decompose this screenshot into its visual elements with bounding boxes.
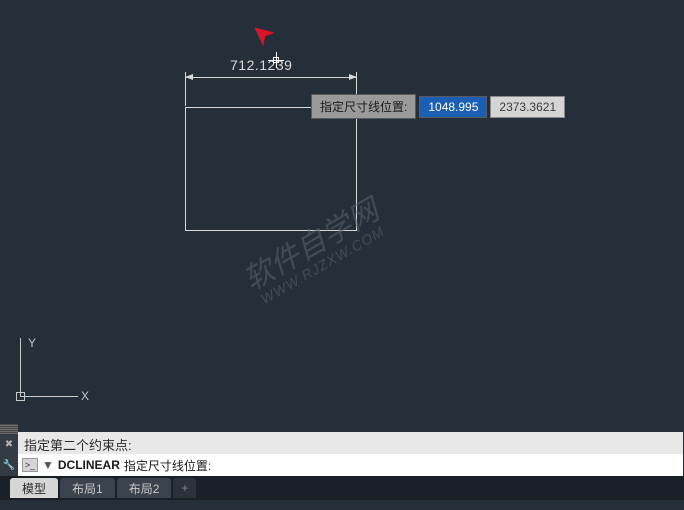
command-dropdown-icon[interactable]: ▼ (42, 458, 54, 472)
command-prompt-text: 指定尺寸线位置: (124, 457, 211, 474)
command-panel-drag-handle[interactable] (0, 424, 18, 434)
command-name: DCLINEAR (58, 458, 120, 472)
dim-line (185, 77, 357, 78)
layout-tabs: 模型 布局1 布局2 + (0, 476, 684, 500)
tooltip-value-active[interactable]: 1048.995 (419, 96, 487, 118)
close-icon[interactable]: ✖ (5, 439, 13, 450)
ucs-y-label: Y (28, 336, 36, 350)
tab-add-button[interactable]: + (173, 478, 196, 498)
command-history-line: 指定第二个约束点: (18, 432, 683, 454)
tooltip-label: 指定尺寸线位置: (311, 94, 416, 119)
dynamic-input-tooltip[interactable]: 指定尺寸线位置: 1048.995 2373.3621 (311, 94, 565, 119)
ucs-x-label: X (81, 389, 89, 403)
tab-layout1[interactable]: 布局1 (60, 478, 115, 498)
command-panel-sidebar: ✖ 🔧 (0, 434, 18, 476)
command-prompt-icon[interactable]: >_ (22, 458, 38, 472)
command-line[interactable]: >_ ▼ DCLINEAR 指定尺寸线位置: (18, 454, 683, 476)
tab-layout2[interactable]: 布局2 (117, 478, 172, 498)
tooltip-value-secondary: 2373.3621 (490, 96, 565, 118)
ucs-icon: Y X (8, 338, 78, 408)
tab-model[interactable]: 模型 (10, 478, 58, 498)
drawn-rectangle[interactable] (185, 107, 357, 231)
dim-arrow-right (349, 74, 357, 80)
wrench-icon[interactable]: 🔧 (3, 460, 15, 471)
annotation-arrow: ➤ (242, 14, 281, 54)
dim-arrow-left (185, 74, 193, 80)
